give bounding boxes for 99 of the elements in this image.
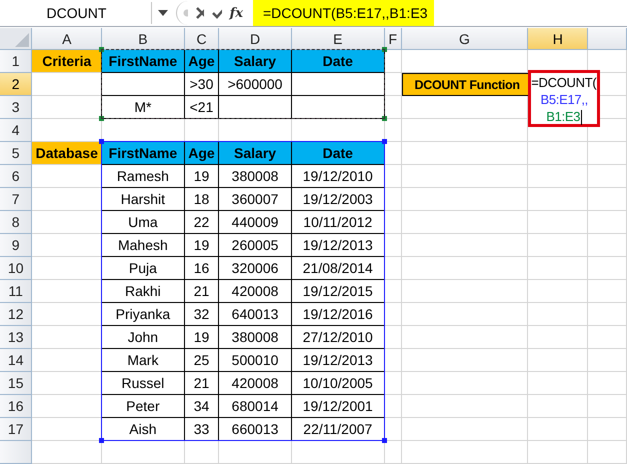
table-cell: Harshit	[102, 188, 185, 211]
table-cell: 320006	[219, 257, 292, 280]
range-handle[interactable]	[99, 116, 104, 121]
column-header[interactable]: E	[292, 28, 385, 50]
table-cell: 660013	[219, 418, 292, 441]
row-header[interactable]: 1	[0, 50, 32, 73]
range-handle[interactable]	[382, 438, 387, 443]
range-handle[interactable]	[99, 47, 104, 52]
insert-function-button[interactable]: fx	[230, 6, 243, 20]
table-cell: Ramesh	[102, 165, 185, 188]
row-header[interactable]: 5	[0, 142, 32, 165]
table-cell: Russel	[102, 372, 185, 395]
table-cell: 33	[184, 418, 220, 441]
dots-icon	[183, 9, 188, 17]
range-label: Criteria	[32, 50, 102, 73]
table-cell: 19/12/2001	[292, 395, 385, 418]
table-cell: Uma	[102, 211, 185, 234]
table-cell: 25	[184, 349, 220, 372]
column-heading: FirstName	[102, 142, 185, 165]
table-cell: 27/12/2010	[292, 326, 385, 349]
row-header[interactable]: 16	[0, 395, 32, 418]
table-cell: 420008	[219, 372, 292, 395]
table-cell: 380008	[219, 326, 292, 349]
row-header[interactable]: 3	[0, 96, 32, 119]
row-header[interactable]: 9	[0, 234, 32, 257]
table-cell: 32	[184, 303, 220, 326]
range-handle[interactable]	[99, 139, 104, 144]
table-cell: 680014	[219, 395, 292, 418]
table-cell: 19/12/2016	[292, 303, 385, 326]
column-header[interactable]: F	[384, 28, 402, 50]
column-heading: Salary	[219, 50, 292, 73]
table-cell: 19/12/2010	[292, 165, 385, 188]
column-heading: Age	[184, 142, 220, 165]
column-heading: Age	[184, 50, 220, 73]
table-cell: 10/10/2005	[292, 372, 385, 395]
table-cell: Priyanka	[102, 303, 185, 326]
table-cell: <21	[184, 96, 220, 119]
table-cell: >30	[184, 73, 220, 96]
table-cell: 260005	[219, 234, 292, 257]
column-header[interactable]: B	[102, 28, 185, 50]
table-cell: Peter	[102, 395, 185, 418]
row-header[interactable]: 2	[0, 73, 32, 96]
range-handle[interactable]	[382, 139, 387, 144]
table-cell: 19/12/2013	[292, 234, 385, 257]
row-header[interactable]: 13	[0, 326, 32, 349]
row-header[interactable]: 6	[0, 165, 32, 188]
formula-field[interactable]: =DCOUNT(B5:E17,,B1:E3	[253, 0, 434, 26]
table-cell: Mark	[102, 349, 185, 372]
column-header[interactable]: H	[528, 28, 588, 50]
row-header[interactable]: 15	[0, 372, 32, 395]
row-header[interactable]: 7	[0, 188, 32, 211]
table-cell: 380008	[219, 165, 292, 188]
row-header[interactable]: 14	[0, 349, 32, 372]
table-cell: 19/12/2003	[292, 188, 385, 211]
column-header[interactable]: G	[402, 28, 528, 50]
row-header[interactable]: 4	[0, 119, 32, 142]
table-cell: 19	[184, 234, 220, 257]
table-cell: 21/08/2014	[292, 257, 385, 280]
table-cell: >600000	[219, 73, 292, 96]
table-cell: 16	[184, 257, 220, 280]
table-cell: John	[102, 326, 185, 349]
table-cell: 21	[184, 372, 220, 395]
table-cell: 420008	[219, 280, 292, 303]
formula-edit-cell[interactable]: =DCOUNT( B5:E17,, B1:E3	[528, 70, 600, 127]
range-handle[interactable]	[99, 438, 104, 443]
table-cell: 18	[184, 188, 220, 211]
column-header[interactable]: D	[219, 28, 292, 50]
row-header[interactable]: 11	[0, 280, 32, 303]
table-cell: 19	[184, 165, 220, 188]
table-cell: 360007	[219, 188, 292, 211]
table-cell: 22	[184, 211, 220, 234]
range-handle[interactable]	[382, 47, 387, 52]
name-box[interactable]: DCOUNT	[2, 2, 152, 24]
table-cell: 500010	[219, 349, 292, 372]
row-header[interactable]: 8	[0, 211, 32, 234]
range-handle[interactable]	[382, 116, 387, 121]
column-heading: Date	[292, 50, 385, 73]
table-cell: 21	[184, 280, 220, 303]
table-cell: 19/12/2015	[292, 280, 385, 303]
enter-icon[interactable]	[212, 7, 222, 19]
column-header[interactable]: A	[32, 28, 102, 50]
table-cell: 34	[184, 395, 220, 418]
table-cell: 440009	[219, 211, 292, 234]
row-header[interactable]: 10	[0, 257, 32, 280]
range-label: Database	[32, 142, 102, 165]
row-header[interactable]: 17	[0, 418, 32, 441]
table-cell: 10/11/2012	[292, 211, 385, 234]
table-cell: Mahesh	[102, 234, 185, 257]
column-heading: FirstName	[102, 50, 185, 73]
table-cell: 640013	[219, 303, 292, 326]
table-cell: 19	[184, 326, 220, 349]
column-heading: Salary	[219, 142, 292, 165]
column-heading: Date	[292, 142, 385, 165]
table-cell: 19/12/2013	[292, 349, 385, 372]
row-header[interactable]: 12	[0, 303, 32, 326]
table-cell: Puja	[102, 257, 185, 280]
column-header[interactable]: C	[184, 28, 220, 50]
cancel-icon[interactable]	[196, 7, 204, 19]
table-cell: Rakhi	[102, 280, 185, 303]
